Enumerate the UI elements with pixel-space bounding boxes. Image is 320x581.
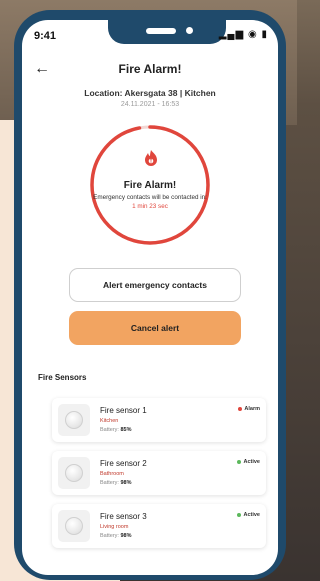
sensor-battery: Battery: 98% <box>100 480 132 486</box>
alarm-title: Fire Alarm! <box>123 180 177 191</box>
location-text: Location: Akersgata 38 | Kitchen <box>84 88 216 98</box>
page-title: Fire Alarm! <box>118 62 182 76</box>
notch <box>108 20 226 44</box>
alarm-timestamp: 24.11.2021 - 16:53 <box>120 101 180 108</box>
speaker <box>146 28 176 34</box>
sensor-room: Kitchen <box>100 418 119 424</box>
sensor-card-1[interactable]: Fire sensor 1 Kitchen Battery: 85% Alarm <box>52 398 266 442</box>
phone-screen: 9:41 ▂▄▆ ◉ ▮ ← Fire Alarm! Location: Ake… <box>22 20 278 575</box>
sensor-battery: Battery: 85% <box>100 427 132 433</box>
status-badge: Alarm <box>238 406 260 412</box>
sensor-thumbnail <box>58 457 90 489</box>
sensor-name: Fire sensor 1 <box>100 406 147 415</box>
sensors-section-title: Fire Sensors <box>38 373 87 382</box>
status-dot <box>237 460 242 464</box>
status-time: 9:41 <box>34 30 57 42</box>
alarm-message-prefix: Emergency contacts will be contacted in: <box>93 194 207 201</box>
status-dot <box>238 407 243 411</box>
sensor-thumbnail <box>58 404 90 436</box>
battery-value: 85% <box>120 427 132 433</box>
battery-value: 98% <box>120 480 132 486</box>
flame-icon <box>145 150 157 166</box>
status-badge: Active <box>237 512 260 518</box>
camera <box>186 27 193 34</box>
sensor-room: Living room <box>100 524 129 530</box>
status-icons: ▂▄▆ ◉ ▮ <box>218 29 268 40</box>
sensor-name: Fire sensor 2 <box>100 459 147 468</box>
status-badge: Active <box>237 459 260 465</box>
battery-label: Battery: <box>100 480 119 486</box>
sensor-card-2[interactable]: Fire sensor 2 Bathroom Battery: 98% Acti… <box>52 451 266 495</box>
sensor-name: Fire sensor 3 <box>100 512 147 521</box>
battery-label: Battery: <box>100 533 119 539</box>
sensor-card-3[interactable]: Fire sensor 3 Living room Battery: 98% A… <box>52 504 266 548</box>
status-label: Active <box>243 459 260 465</box>
alert-contacts-button[interactable]: Alert emergency contacts <box>69 268 241 302</box>
countdown-text: 1 min 23 sec <box>132 202 168 210</box>
status-dot <box>237 513 242 517</box>
status-label: Alarm <box>244 406 260 412</box>
alarm-message: Emergency contacts will be contacted in:… <box>22 194 278 211</box>
cancel-alert-button[interactable]: Cancel alert <box>69 311 241 345</box>
battery-value: 98% <box>120 533 132 539</box>
battery-label: Battery: <box>100 427 119 433</box>
sensor-thumbnail <box>58 510 90 542</box>
status-label: Active <box>243 512 260 518</box>
sensor-battery: Battery: 98% <box>100 533 132 539</box>
sensor-room: Bathroom <box>100 471 124 477</box>
